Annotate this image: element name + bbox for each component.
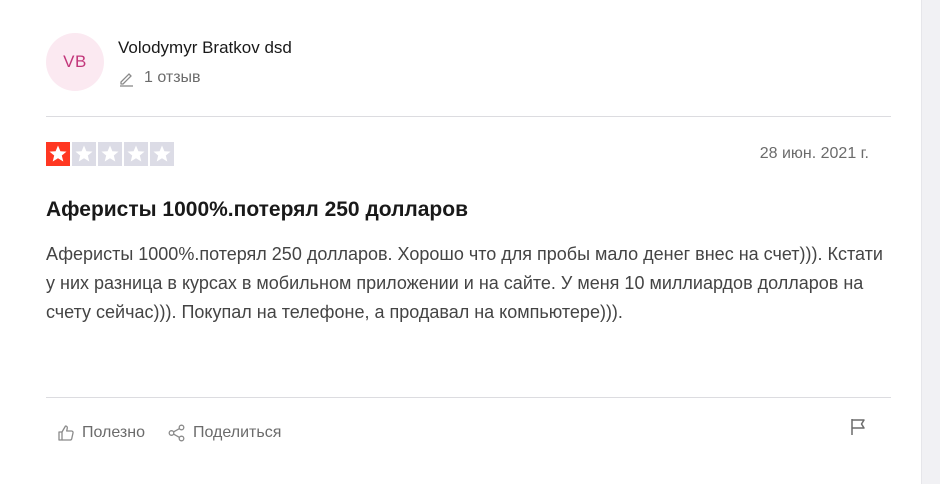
star-rating [46, 142, 174, 166]
star-icon [49, 145, 67, 162]
star-icon [153, 145, 171, 162]
author-review-count: 1 отзыв [118, 69, 292, 87]
report-button[interactable] [849, 417, 867, 442]
flag-icon [851, 419, 865, 435]
share-label: Поделиться [193, 424, 282, 441]
review-text: Аферисты 1000%.потерял 250 долларов. Хор… [46, 244, 883, 322]
star-empty [150, 142, 174, 166]
footer-divider [46, 397, 891, 398]
star-icon [101, 145, 119, 162]
review-card: VB Volodymyr Bratkov dsd 1 отзыв 28 июн.… [0, 0, 922, 484]
review-actions: Полезно Поделиться [56, 423, 281, 443]
useful-label: Полезно [82, 424, 145, 441]
header-divider [46, 116, 891, 117]
thumbs-up-icon [58, 425, 74, 441]
author-name[interactable]: Volodymyr Bratkov dsd [118, 37, 292, 59]
review-header: VB Volodymyr Bratkov dsd 1 отзыв [46, 33, 292, 91]
author-info: Volodymyr Bratkov dsd 1 отзыв [118, 37, 292, 87]
pencil-icon [120, 72, 133, 87]
star-icon [75, 145, 93, 162]
star-icon [127, 145, 145, 162]
star-empty [98, 142, 122, 166]
share-icon [168, 424, 185, 442]
avatar-initials: VB [63, 52, 87, 71]
review-title[interactable]: Аферисты 1000%.потерял 250 долларов [46, 198, 468, 222]
review-date: 28 июн. 2021 г. [759, 145, 869, 162]
share-button[interactable]: Поделиться [167, 423, 281, 443]
useful-button[interactable]: Полезно [56, 423, 145, 443]
star-empty [72, 142, 96, 166]
review-count-label: 1 отзыв [144, 69, 201, 86]
star-empty [124, 142, 148, 166]
star-filled [46, 142, 70, 166]
avatar[interactable]: VB [46, 33, 104, 91]
